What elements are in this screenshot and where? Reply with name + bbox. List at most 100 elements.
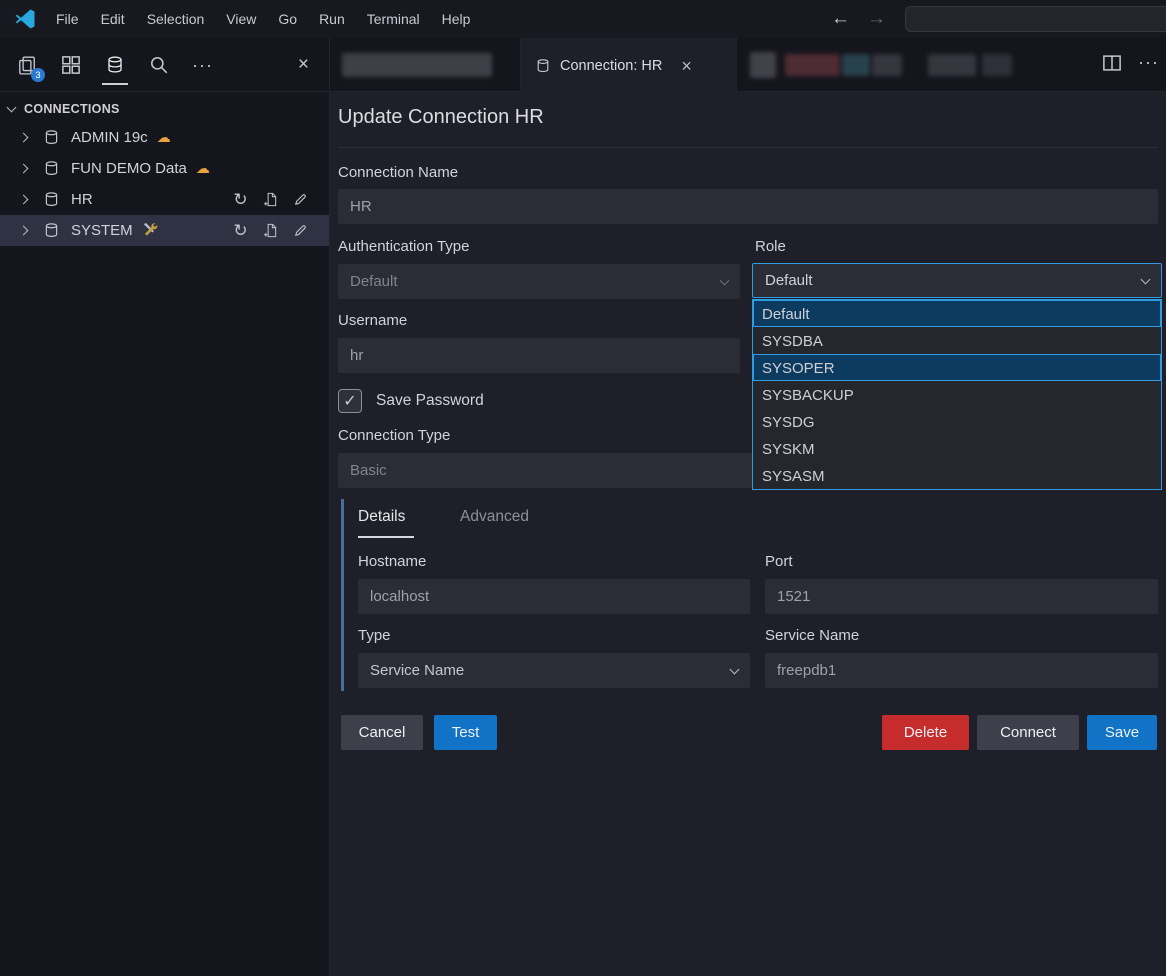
type-select[interactable]: Service Name — [358, 653, 750, 688]
title-bar: File Edit Selection View Go Run Terminal… — [0, 0, 1166, 38]
connection-item-fun-demo-data[interactable]: FUN DEMO Data ☁ — [0, 153, 329, 184]
edit-connection-icon[interactable] — [292, 191, 309, 208]
username-label: Username — [338, 312, 407, 329]
command-search-box[interactable] — [905, 6, 1166, 32]
role-label: Role — [755, 238, 786, 255]
vscode-window: File Edit Selection View Go Run Terminal… — [0, 0, 1166, 976]
new-worksheet-icon[interactable] — [262, 191, 279, 208]
menu-selection[interactable]: Selection — [136, 0, 216, 38]
refresh-icon[interactable]: ↻ — [232, 191, 249, 208]
more-actions-icon[interactable]: ··· — [192, 54, 213, 76]
connection-label: FUN DEMO Data — [71, 160, 187, 177]
refresh-icon[interactable]: ↻ — [232, 222, 249, 239]
editor-more-actions-icon[interactable]: ··· — [1138, 51, 1159, 73]
role-option-syskm[interactable]: SYSKM — [753, 435, 1161, 462]
new-worksheet-icon[interactable] — [262, 222, 279, 239]
save-password-checkbox[interactable]: ✓ — [338, 389, 362, 413]
connections-sidebar: CONNECTIONS ADMIN 19c ☁ FUN DEMO Data ☁ … — [0, 92, 330, 976]
test-button[interactable]: Test — [434, 715, 497, 750]
check-icon: ✓ — [343, 391, 356, 411]
redacted-breadcrumb-3 — [842, 54, 870, 76]
connection-name-label: Connection Name — [338, 164, 458, 181]
connection-item-system[interactable]: SYSTEM ↻ — [0, 215, 329, 246]
chevron-down-icon — [720, 275, 730, 285]
menu-file[interactable]: File — [45, 0, 90, 38]
vscode-logo-icon — [13, 7, 37, 31]
edit-connection-icon[interactable] — [292, 222, 309, 239]
database-icon — [43, 222, 60, 239]
cloud-icon: ☁ — [196, 160, 210, 177]
save-button[interactable]: Save — [1087, 715, 1157, 750]
connection-type-label: Connection Type — [338, 427, 450, 444]
page-title: Update Connection HR — [338, 106, 544, 129]
chevron-right-icon[interactable] — [19, 195, 29, 205]
role-option-sysoper[interactable]: SYSOPER — [753, 354, 1161, 381]
save-password-label: Save Password — [376, 392, 484, 410]
connection-label: HR — [71, 191, 93, 208]
connections-section-title: CONNECTIONS — [24, 102, 120, 116]
database-icon — [43, 160, 60, 177]
tab-close-icon[interactable]: × — [681, 58, 692, 74]
chevron-down-icon — [730, 664, 740, 674]
menu-help[interactable]: Help — [431, 0, 482, 38]
username-input[interactable] — [338, 338, 740, 373]
role-option-sysdba[interactable]: SYSDBA — [753, 327, 1161, 354]
role-option-sysbackup[interactable]: SYSBACKUP — [753, 381, 1161, 408]
redacted-breadcrumb-1 — [750, 52, 776, 78]
redacted-tab[interactable] — [342, 53, 492, 77]
cancel-button[interactable]: Cancel — [341, 715, 423, 750]
connections-section-header[interactable]: CONNECTIONS — [0, 92, 329, 122]
role-option-sysasm[interactable]: SYSASM — [753, 462, 1161, 489]
split-editor-icon[interactable] — [1102, 53, 1122, 78]
delete-button[interactable]: Delete — [882, 715, 969, 750]
chevron-right-icon[interactable] — [19, 133, 29, 143]
close-sidebar-icon[interactable]: × — [298, 54, 309, 76]
role-select[interactable]: Default — [752, 263, 1162, 298]
menu-view[interactable]: View — [215, 0, 267, 38]
role-value: Default — [765, 272, 813, 289]
port-label: Port — [765, 553, 793, 570]
connect-button[interactable]: Connect — [977, 715, 1079, 750]
type-value: Service Name — [370, 662, 464, 679]
connections-count-badge: 3 — [31, 68, 45, 82]
authentication-type-select[interactable]: Default — [338, 264, 740, 299]
title-divider — [338, 147, 1158, 148]
chevron-right-icon[interactable] — [19, 226, 29, 236]
tab-details[interactable]: Details — [358, 508, 405, 526]
connections-view-icon[interactable] — [104, 54, 126, 76]
database-icon — [43, 191, 60, 208]
authentication-type-value: Default — [350, 273, 398, 290]
new-connection-icon[interactable]: 3 — [16, 54, 38, 76]
connection-item-hr[interactable]: HR ↻ — [0, 184, 329, 215]
menu-go[interactable]: Go — [267, 0, 308, 38]
tab-advanced[interactable]: Advanced — [460, 508, 529, 526]
role-option-sysdg[interactable]: SYSDG — [753, 408, 1161, 435]
search-icon[interactable] — [148, 54, 170, 76]
nav-back-icon[interactable]: ← — [822, 0, 859, 38]
connection-type-value: Basic — [350, 462, 387, 479]
role-option-default[interactable]: Default — [753, 300, 1161, 327]
role-options-list: Default SYSDBA SYSOPER SYSBACKUP SYSDG S… — [752, 299, 1162, 490]
service-name-label: Service Name — [765, 627, 859, 644]
tools-icon — [142, 221, 158, 240]
hostname-input[interactable] — [358, 579, 750, 614]
chevron-down-icon — [7, 103, 17, 113]
connection-label: ADMIN 19c — [71, 129, 148, 146]
chevron-down-icon — [1141, 274, 1151, 284]
menu-terminal[interactable]: Terminal — [356, 0, 431, 38]
database-icon — [43, 129, 60, 146]
chevron-right-icon[interactable] — [19, 164, 29, 174]
menu-edit[interactable]: Edit — [90, 0, 136, 38]
port-input[interactable] — [765, 579, 1158, 614]
layout-icon[interactable] — [60, 54, 82, 76]
details-group-indicator — [341, 499, 344, 691]
menu-run[interactable]: Run — [308, 0, 356, 38]
connection-item-admin19c[interactable]: ADMIN 19c ☁ — [0, 122, 329, 153]
redacted-breadcrumb-6 — [982, 54, 1012, 76]
tab-connection-hr[interactable]: Connection: HR × — [520, 38, 737, 93]
service-name-input[interactable] — [765, 653, 1158, 688]
cloud-icon: ☁ — [157, 129, 171, 146]
redacted-breadcrumb-2 — [785, 54, 840, 76]
connection-name-input[interactable] — [338, 189, 1158, 224]
hostname-label: Hostname — [358, 553, 426, 570]
